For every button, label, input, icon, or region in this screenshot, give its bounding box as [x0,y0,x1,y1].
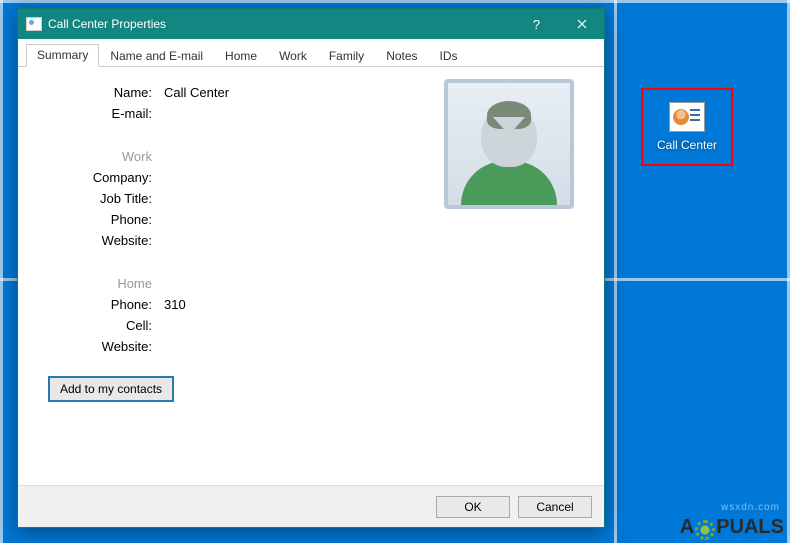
contact-avatar[interactable] [444,79,574,209]
titlebar[interactable]: Call Center Properties ? [18,9,604,39]
tab-home[interactable]: Home [214,45,268,67]
help-button[interactable]: ? [514,9,559,39]
company-label: Company: [48,170,158,185]
work-section-label: Work [48,149,158,164]
work-phone-label: Phone: [48,212,158,227]
dialog-footer: OK Cancel [18,485,604,527]
home-phone-value: 310 [158,297,186,312]
tab-family[interactable]: Family [318,45,375,67]
tab-ids[interactable]: IDs [429,45,469,67]
work-website-label: Website: [48,233,158,248]
tab-name-email[interactable]: Name and E-mail [99,45,214,67]
desktop-contact-icon[interactable]: Call Center [641,88,733,166]
home-section-label: Home [48,276,158,291]
close-button[interactable] [559,9,604,39]
close-icon [577,19,587,29]
home-website-label: Website: [48,339,158,354]
person-icon [461,105,557,205]
tab-notes[interactable]: Notes [375,45,428,67]
appuals-watermark: A PUALS [680,516,784,539]
email-label: E-mail: [48,106,158,121]
desktop-grid-line [0,0,3,543]
tab-content: Name: Call Center E-mail: Work Company: … [18,67,604,485]
home-phone-label: Phone: [48,297,158,312]
window-title: Call Center Properties [48,17,514,31]
watermark-text-pre: A [680,516,694,539]
properties-dialog: Call Center Properties ? Summary Name an… [17,8,605,528]
jobtitle-label: Job Title: [48,191,158,206]
gear-icon [695,520,715,540]
cell-label: Cell: [48,318,158,333]
desktop-grid-line [614,0,617,543]
add-to-contacts-button[interactable]: Add to my contacts [48,376,174,402]
cancel-button[interactable]: Cancel [518,496,592,518]
name-label: Name: [48,85,158,100]
ok-button[interactable]: OK [436,496,510,518]
desktop-grid-line [0,0,790,3]
source-watermark: wsxdn.com [721,502,780,513]
tab-summary[interactable]: Summary [26,44,99,67]
tab-work[interactable]: Work [268,45,318,67]
contact-file-icon [669,102,705,132]
contact-card-icon [26,17,42,31]
name-value: Call Center [158,85,229,100]
tabstrip: Summary Name and E-mail Home Work Family… [18,39,604,67]
watermark-text-post: PUALS [716,516,784,539]
desktop-icon-label: Call Center [657,138,717,152]
